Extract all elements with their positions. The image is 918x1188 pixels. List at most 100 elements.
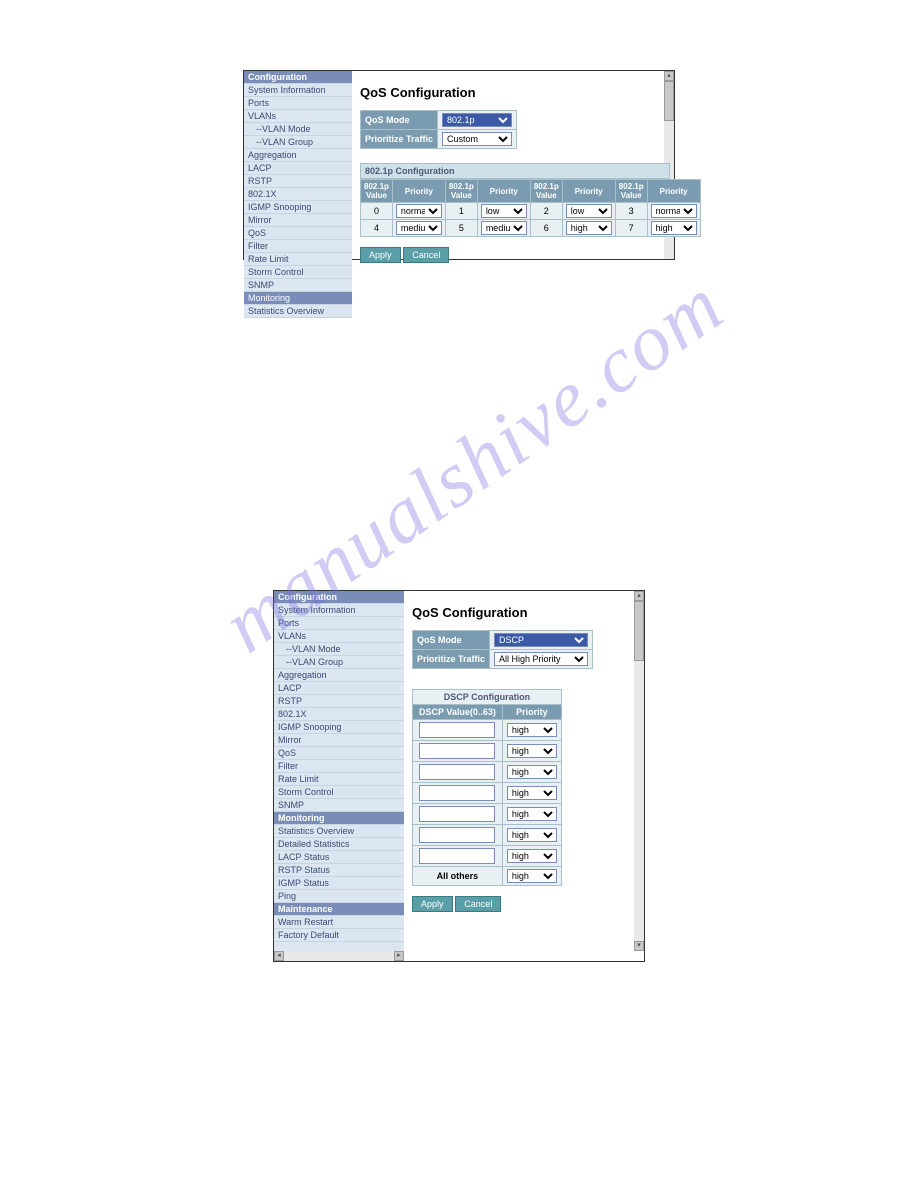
dscp-value-input[interactable] (419, 827, 495, 843)
page-title: QoS Configuration (360, 85, 666, 100)
sidebar-item[interactable]: SNMP (274, 799, 404, 812)
cancel-button[interactable]: Cancel (455, 896, 501, 912)
sidebar-item[interactable]: Statistics Overview (274, 825, 404, 838)
priority-grid: 802.1p Value Priority 802.1p Value Prior… (360, 179, 701, 237)
priority-select[interactable]: medium (396, 221, 442, 235)
sidebar-item[interactable]: Mirror (244, 214, 352, 227)
sidebar-item[interactable]: Filter (274, 760, 404, 773)
sidebar-item[interactable]: --VLAN Mode (274, 643, 404, 656)
prioritize-select[interactable]: All High Priority (494, 652, 588, 666)
dscp-priority-select[interactable]: high (507, 744, 557, 758)
section-header: 802.1p Configuration (360, 163, 670, 179)
sidebar-item[interactable]: QoS (274, 747, 404, 760)
sidebar-item[interactable]: --VLAN Mode (244, 123, 352, 136)
sidebar-item[interactable]: System Information (244, 84, 352, 97)
dscp-col-priority: Priority (502, 705, 561, 720)
sidebar-item[interactable]: 802.1X (274, 708, 404, 721)
sidebar-item[interactable]: LACP (274, 682, 404, 695)
priority-select[interactable]: medium (481, 221, 527, 235)
apply-button[interactable]: Apply (412, 896, 453, 912)
all-others-label: All others (413, 867, 503, 886)
qos-mode-select[interactable]: 802.1p (442, 113, 512, 127)
dscp-value-input[interactable] (419, 785, 495, 801)
col-value: 802.1p Value (361, 180, 393, 203)
sidebar-item[interactable]: Ports (244, 97, 352, 110)
sidebar-item[interactable]: RSTP (244, 175, 352, 188)
priority-select[interactable]: low (566, 204, 612, 218)
cancel-button[interactable]: Cancel (403, 247, 449, 263)
dscp-priority-select[interactable]: high (507, 828, 557, 842)
sidebar-item[interactable]: Detailed Statistics (274, 838, 404, 851)
sidebar-item[interactable]: IGMP Snooping (244, 201, 352, 214)
qos-mode-select[interactable]: DSCP (494, 633, 588, 647)
horizontal-scrollbar[interactable]: ◂ ▸ (274, 951, 404, 961)
sidebar-item[interactable]: Storm Control (274, 786, 404, 799)
sidebar: ConfigurationSystem InformationPortsVLAN… (274, 591, 404, 951)
sidebar-item[interactable]: Maintenance (274, 903, 404, 916)
sidebar-item[interactable]: Storm Control (244, 266, 352, 279)
sidebar-item[interactable]: VLANs (274, 630, 404, 643)
priority-select[interactable]: high (651, 221, 697, 235)
col-priority: Priority (562, 180, 615, 203)
sidebar-item[interactable]: Ports (274, 617, 404, 630)
sidebar-item[interactable]: Statistics Overview (244, 305, 352, 318)
sidebar-item[interactable]: Monitoring (244, 292, 352, 305)
qos-mode-label: QoS Mode (361, 111, 438, 130)
sidebar-item[interactable]: Configuration (274, 591, 404, 604)
qos-mode-table: QoS Mode DSCP Prioritize Traffic All Hig… (412, 630, 593, 669)
sidebar-item[interactable]: Configuration (244, 71, 352, 84)
sidebar-item[interactable]: --VLAN Group (244, 136, 352, 149)
priority-select[interactable]: high (566, 221, 612, 235)
sidebar-item[interactable]: Aggregation (274, 669, 404, 682)
sidebar-item[interactable]: Ping (274, 890, 404, 903)
scroll-left-icon[interactable]: ◂ (274, 951, 284, 961)
sidebar-item[interactable]: LACP (244, 162, 352, 175)
sidebar-item[interactable]: SNMP (244, 279, 352, 292)
dscp-value-input[interactable] (419, 848, 495, 864)
dscp-value-input[interactable] (419, 764, 495, 780)
prioritize-select[interactable]: Custom (442, 132, 512, 146)
sidebar-item[interactable]: 802.1X (244, 188, 352, 201)
value-cell: 1 (445, 203, 477, 220)
value-cell: 4 (361, 220, 393, 237)
dscp-value-input[interactable] (419, 722, 495, 738)
sidebar-item[interactable]: Mirror (274, 734, 404, 747)
sidebar-item[interactable]: Aggregation (244, 149, 352, 162)
value-cell: 7 (615, 220, 647, 237)
col-value: 802.1p Value (615, 180, 647, 203)
sidebar-item[interactable]: --VLAN Group (274, 656, 404, 669)
sidebar-item[interactable]: VLANs (244, 110, 352, 123)
dscp-priority-select[interactable]: high (507, 765, 557, 779)
priority-select[interactable]: low (481, 204, 527, 218)
scroll-right-icon[interactable]: ▸ (394, 951, 404, 961)
dscp-value-input[interactable] (419, 743, 495, 759)
sidebar-item[interactable]: QoS (244, 227, 352, 240)
sidebar-item[interactable]: IGMP Status (274, 877, 404, 890)
sidebar-item[interactable]: Rate Limit (244, 253, 352, 266)
sidebar-item[interactable]: Monitoring (274, 812, 404, 825)
sidebar-item[interactable]: RSTP (274, 695, 404, 708)
apply-button[interactable]: Apply (360, 247, 401, 263)
prioritize-label: Prioritize Traffic (361, 130, 438, 149)
screenshot-panel-2: ConfigurationSystem InformationPortsVLAN… (273, 590, 645, 962)
sidebar-item[interactable]: RSTP Status (274, 864, 404, 877)
dscp-priority-select[interactable]: high (507, 849, 557, 863)
value-cell: 6 (530, 220, 562, 237)
dscp-priority-select[interactable]: high (507, 723, 557, 737)
col-priority: Priority (477, 180, 530, 203)
sidebar-item[interactable]: Filter (244, 240, 352, 253)
dscp-priority-select[interactable]: high (507, 807, 557, 821)
dscp-priority-select[interactable]: high (507, 786, 557, 800)
sidebar-item[interactable]: Rate Limit (274, 773, 404, 786)
dscp-value-input[interactable] (419, 806, 495, 822)
sidebar-item[interactable]: Warm Restart (274, 916, 404, 929)
sidebar-item[interactable]: LACP Status (274, 851, 404, 864)
sidebar-item[interactable]: IGMP Snooping (274, 721, 404, 734)
priority-select[interactable]: normal (651, 204, 697, 218)
sidebar-item[interactable]: Factory Default (274, 929, 404, 942)
value-cell: 3 (615, 203, 647, 220)
all-others-priority-select[interactable]: high (507, 869, 557, 883)
col-value: 802.1p Value (445, 180, 477, 203)
sidebar-item[interactable]: System Information (274, 604, 404, 617)
priority-select[interactable]: normal (396, 204, 442, 218)
